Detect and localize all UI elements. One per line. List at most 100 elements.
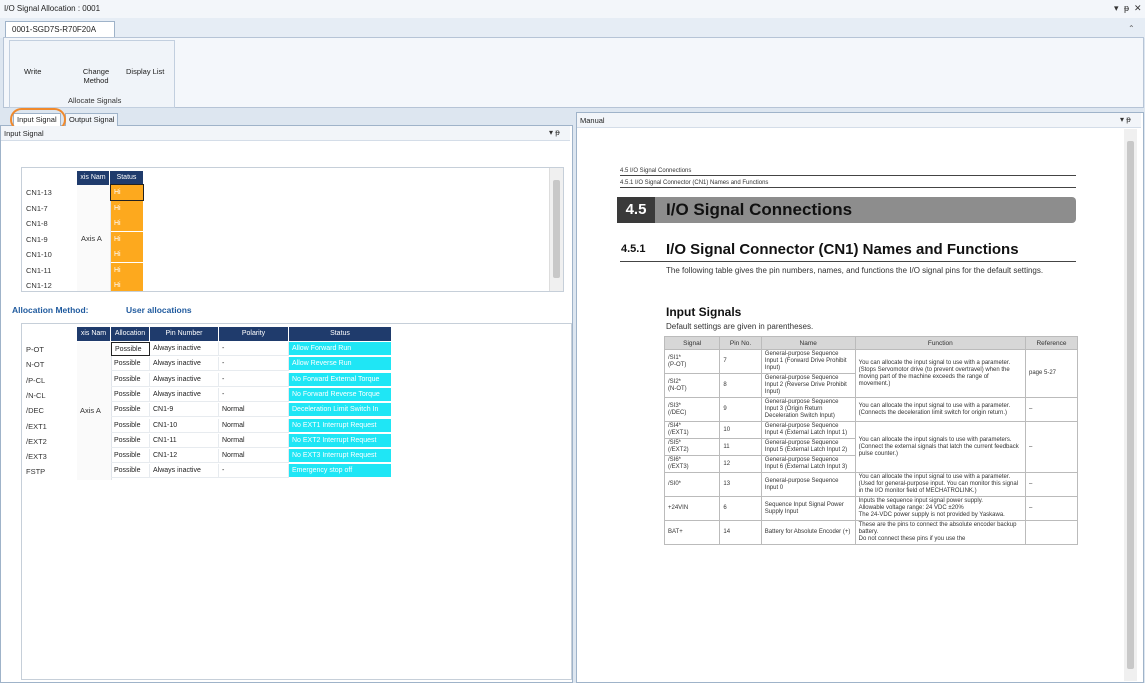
allocation-cell[interactable]: Possible bbox=[111, 372, 150, 387]
th-reference: Reference bbox=[1024, 336, 1079, 350]
pin-number-cell[interactable]: Always inactive bbox=[150, 342, 219, 356]
close-icon[interactable]: ✕ bbox=[1134, 3, 1142, 14]
name-cell: Battery for Absolute Encoder (+) bbox=[760, 520, 856, 545]
manual-scrollbar[interactable] bbox=[1124, 129, 1137, 681]
divider bbox=[620, 175, 1076, 176]
status-cell[interactable]: Emergency stop off bbox=[289, 464, 391, 479]
pin-number-cell[interactable]: Always inactive bbox=[150, 464, 219, 479]
pin-number-cell[interactable]: Always inactive bbox=[150, 357, 219, 372]
table-row: /SI4* (/EXT1) 10 General-purpose Sequence … bbox=[663, 421, 1079, 473]
allocation-cell[interactable]: Possible bbox=[111, 357, 150, 372]
allocation-cell[interactable]: Possible bbox=[111, 403, 150, 418]
ribbon-collapse-icon[interactable]: ⌃ bbox=[1128, 24, 1135, 33]
allocation-cell[interactable]: Possible bbox=[111, 449, 150, 464]
pin-number-cell[interactable]: CN1-9 bbox=[150, 403, 219, 418]
scrollbar-thumb[interactable] bbox=[1127, 141, 1134, 669]
pin-label: CN1-7 bbox=[26, 203, 48, 213]
function-cell: You can allocate the input signal to use… bbox=[854, 397, 1026, 422]
signal-name: /N-CL bbox=[26, 390, 46, 400]
column-header-status[interactable]: Status bbox=[289, 327, 392, 341]
status-cell[interactable]: Hi bbox=[111, 231, 143, 247]
status-cell[interactable]: Allow Forward Run bbox=[289, 342, 391, 356]
scrollbar-thumb[interactable] bbox=[553, 180, 560, 278]
reference-cell: – bbox=[1024, 496, 1079, 521]
function-cell: You can allocate the input signals to us… bbox=[854, 421, 1026, 473]
ribbon-tab-label: 0001-SGD7S-R70F20A bbox=[12, 25, 97, 34]
allocation-cell[interactable]: Possible bbox=[111, 387, 150, 402]
allocation-method-value[interactable]: User allocations bbox=[126, 305, 192, 315]
change-method-button[interactable]: Change Method bbox=[78, 67, 114, 85]
polarity-cell[interactable]: Normal bbox=[219, 403, 289, 418]
manual-header: Manual bbox=[577, 113, 1141, 128]
column-header-status[interactable]: Status bbox=[110, 171, 144, 185]
th-signal: Signal bbox=[663, 336, 721, 350]
axis-label: Axis A bbox=[80, 406, 101, 415]
polarity-cell[interactable]: - bbox=[219, 387, 289, 402]
signal-cell: /SI3* (/DEC) bbox=[663, 397, 721, 422]
display-list-button[interactable]: Display List bbox=[126, 67, 164, 76]
name-cell: Sequence Input Signal Power Supply Input bbox=[760, 496, 856, 521]
polarity-cell[interactable]: - bbox=[219, 357, 289, 372]
status-cell[interactable]: Allow Reverse Run bbox=[289, 357, 391, 372]
status-cell[interactable]: No EXT2 Interrupt Request bbox=[289, 433, 391, 448]
pin-status-grid: xis Nam Status Axis A CN1-13 Hi CN1-7 Hi CN1… bbox=[21, 167, 564, 292]
column-header-pin-number[interactable]: Pin Number bbox=[150, 327, 219, 341]
polarity-cell[interactable]: - bbox=[219, 342, 289, 356]
table-row: +24VIN 6 Sequence Input Signal Power Suppl… bbox=[663, 496, 1079, 521]
signal-name: /EXT1 bbox=[26, 421, 47, 431]
signal-name: /EXT2 bbox=[26, 436, 47, 446]
status-cell[interactable]: No EXT1 Interrupt Request bbox=[289, 418, 391, 433]
input-signals-title: Input Signals bbox=[666, 305, 742, 319]
reference-cell bbox=[1024, 520, 1079, 545]
write-button[interactable]: Write bbox=[24, 67, 41, 76]
manual-menu-icon[interactable]: ▾ ᵽ bbox=[1120, 115, 1131, 124]
polarity-cell[interactable]: Normal bbox=[219, 449, 289, 464]
pin-number-cell[interactable]: CN1-12 bbox=[150, 449, 219, 464]
name-cell: General-purpose Sequence Input 0 bbox=[760, 472, 856, 497]
status-cell[interactable]: Hi bbox=[111, 216, 143, 231]
scrollbar[interactable] bbox=[549, 168, 563, 291]
window-titlebar: I/O Signal Allocation : 0001 ▾ ᵽ ✕ bbox=[0, 0, 1145, 19]
pin-label: CN1-13 bbox=[26, 188, 52, 197]
pin-number-cell[interactable]: Always inactive bbox=[150, 387, 219, 402]
table-row: /SI0* 13 General-purpose Sequence Input 0Y… bbox=[663, 472, 1079, 497]
polarity-cell[interactable]: Normal bbox=[219, 433, 289, 448]
pin-cell: 6 bbox=[719, 496, 762, 521]
pin-number-cell[interactable]: Always inactive bbox=[150, 372, 219, 387]
pin-number-cell[interactable]: CN1-11 bbox=[150, 433, 219, 448]
panel-menu-icon[interactable]: ▾ ᵽ bbox=[549, 128, 560, 137]
column-header-allocation[interactable]: Allocation bbox=[111, 327, 150, 341]
ribbon-group-label: Allocate Signals bbox=[68, 96, 122, 105]
polarity-cell[interactable]: - bbox=[219, 464, 289, 479]
status-cell[interactable]: Hi bbox=[111, 262, 143, 278]
allocation-cell[interactable]: Possible bbox=[111, 433, 150, 448]
allocation-cell[interactable]: Possible bbox=[111, 342, 150, 356]
pin-cell: 13 bbox=[719, 472, 762, 497]
signal-cell: /SI0* bbox=[663, 472, 721, 497]
pin-label: CN1-11 bbox=[26, 265, 52, 275]
status-cell[interactable]: Hi bbox=[111, 247, 143, 262]
pin-cell: 11 bbox=[719, 438, 762, 456]
polarity-cell[interactable]: - bbox=[219, 372, 289, 387]
divider bbox=[620, 261, 1076, 262]
status-cell[interactable]: No Forward External Torque bbox=[289, 372, 391, 387]
allocation-cell[interactable]: Possible bbox=[111, 464, 150, 479]
column-header-polarity[interactable]: Polarity bbox=[219, 327, 289, 341]
status-cell[interactable]: Hi bbox=[111, 278, 143, 291]
window-title: I/O Signal Allocation : 0001 bbox=[4, 4, 101, 13]
tab-output-signal[interactable]: Output Signal bbox=[65, 113, 119, 127]
function-cell: These are the pins to connect the absolu… bbox=[854, 520, 1026, 545]
polarity-cell[interactable]: Normal bbox=[219, 418, 289, 433]
pin-number-cell[interactable]: CN1-10 bbox=[150, 418, 219, 433]
status-cell[interactable]: No Forward Reverse Torque bbox=[289, 387, 391, 402]
status-cell[interactable]: Hi bbox=[111, 200, 143, 216]
status-cell[interactable]: Deceleration Limit Switch In bbox=[289, 403, 391, 418]
column-header-axis[interactable]: xis Nam bbox=[77, 327, 111, 341]
ribbon-tab-device[interactable]: 0001-SGD7S-R70F20A bbox=[5, 21, 115, 38]
pin-icon[interactable]: ᵽ bbox=[1124, 3, 1129, 13]
status-cell[interactable]: No EXT3 Interrupt Request bbox=[289, 449, 391, 464]
dropdown-icon[interactable]: ▾ bbox=[1114, 3, 1119, 14]
column-header-axis[interactable]: xis Nam bbox=[77, 171, 110, 185]
allocation-cell[interactable]: Possible bbox=[111, 418, 150, 433]
status-cell[interactable]: Hi bbox=[110, 184, 144, 201]
